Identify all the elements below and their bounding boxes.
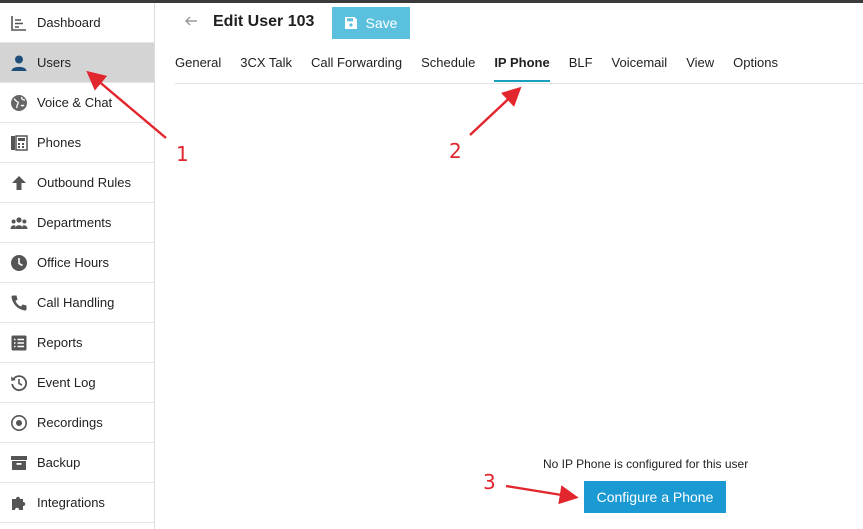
sidebar-item-label: Departments xyxy=(37,215,112,230)
puzzle-icon xyxy=(10,494,28,512)
tab-view[interactable]: View xyxy=(686,44,714,82)
sidebar-item-dashboard[interactable]: Dashboard xyxy=(0,3,154,43)
handset-icon xyxy=(10,294,28,312)
list-icon xyxy=(10,334,28,352)
sidebar-item-label: Recordings xyxy=(37,415,103,430)
globe-icon xyxy=(10,94,28,112)
annotation-label-1: 1 xyxy=(176,142,189,166)
save-button[interactable]: Save xyxy=(332,7,410,39)
sidebar-item-event-log[interactable]: Event Log xyxy=(0,363,154,403)
tab-general[interactable]: General xyxy=(175,44,221,82)
sidebar-item-label: Outbound Rules xyxy=(37,175,131,190)
save-button-label: Save xyxy=(365,15,398,31)
sidebar-item-users[interactable]: Users xyxy=(0,43,154,83)
sidebar-item-label: Reports xyxy=(37,335,83,350)
sidebar-item-recordings[interactable]: Recordings xyxy=(0,403,154,443)
sidebar-item-label: Call Handling xyxy=(37,295,115,310)
tab-schedule[interactable]: Schedule xyxy=(421,44,475,82)
annotation-arrow-3 xyxy=(505,484,579,505)
user-icon xyxy=(10,54,28,72)
back-arrow-icon[interactable] xyxy=(183,13,199,29)
archive-icon xyxy=(10,454,28,472)
sidebar-item-backup[interactable]: Backup xyxy=(0,443,154,483)
sidebar-item-office-hours[interactable]: Office Hours xyxy=(0,243,154,283)
history-icon xyxy=(10,374,28,392)
sidebar-item-label: Phones xyxy=(37,135,82,150)
tab-voicemail[interactable]: Voicemail xyxy=(612,44,668,82)
annotation-label-2: 2 xyxy=(449,139,462,163)
sidebar-item-label: Backup xyxy=(37,455,81,470)
group-icon xyxy=(10,214,28,232)
sidebar-item-reports[interactable]: Reports xyxy=(0,323,154,363)
sidebar-item-label: Voice & Chat xyxy=(37,95,113,110)
annotation-arrow-2 xyxy=(469,86,522,136)
sidebar-item-integrations[interactable]: Integrations xyxy=(0,483,154,523)
sidebar-item-label: Event Log xyxy=(37,375,96,390)
sidebar-item-outbound-rules[interactable]: Outbound Rules xyxy=(0,163,154,203)
sidebar-item-voice-chat[interactable]: Voice & Chat xyxy=(0,83,154,123)
arrow-up-icon xyxy=(10,174,28,192)
sidebar-item-label: Users xyxy=(37,55,71,70)
clock-icon xyxy=(10,254,28,272)
page-title: Edit User 103 xyxy=(213,13,315,30)
tab-3cx-talk[interactable]: 3CX Talk xyxy=(240,44,292,82)
sidebar-item-departments[interactable]: Departments xyxy=(0,203,154,243)
phone-device-icon xyxy=(10,134,28,152)
tab-call-forwarding[interactable]: Call Forwarding xyxy=(311,44,402,82)
dashboard-icon xyxy=(10,14,28,32)
sidebar-item-label: Office Hours xyxy=(37,255,110,270)
sidebar-item-call-handling[interactable]: Call Handling xyxy=(0,283,154,323)
empty-state-message: No IP Phone is configured for this user xyxy=(543,457,749,471)
sidebar-item-label: Integrations xyxy=(37,495,105,510)
annotation-label-3: 3 xyxy=(483,470,496,494)
sidebar-item-phones[interactable]: Phones xyxy=(0,123,154,163)
page-header: Edit User 103 Save xyxy=(155,3,863,41)
tab-bar: General 3CX Talk Call Forwarding Schedul… xyxy=(175,44,863,84)
tab-ip-phone[interactable]: IP Phone xyxy=(494,44,550,82)
sidebar: Dashboard Users Voice & Chat Phones Outb… xyxy=(0,3,155,529)
record-icon xyxy=(10,414,28,432)
floppy-disk-icon xyxy=(344,17,357,29)
tab-options[interactable]: Options xyxy=(733,44,778,82)
sidebar-item-label: Dashboard xyxy=(37,15,101,30)
configure-phone-button[interactable]: Configure a Phone xyxy=(584,481,726,513)
tab-blf[interactable]: BLF xyxy=(569,44,593,82)
